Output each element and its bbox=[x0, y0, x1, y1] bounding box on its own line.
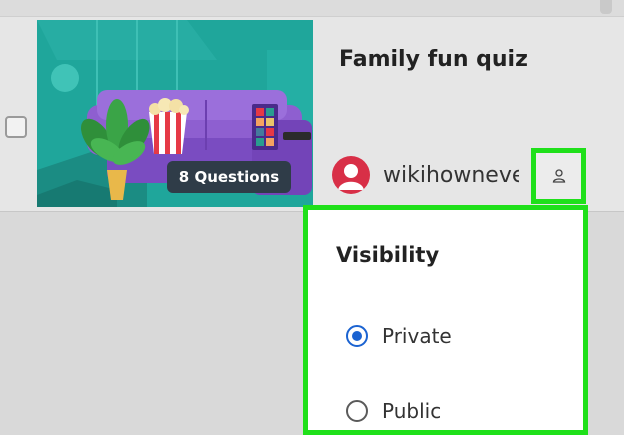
question-count-badge: 8 Questions bbox=[167, 161, 291, 193]
user-avatar-icon bbox=[338, 164, 364, 190]
quiz-title[interactable]: Family fun quiz bbox=[339, 47, 528, 72]
board-game-icon bbox=[252, 104, 278, 150]
visibility-title: Visibility bbox=[336, 243, 440, 267]
top-strip bbox=[0, 0, 624, 17]
option-private-label: Private bbox=[382, 324, 452, 348]
quiz-thumbnail[interactable]: 8 Questions bbox=[37, 20, 313, 207]
radio-unselected-icon[interactable] bbox=[346, 400, 368, 422]
option-public-label: Public bbox=[382, 399, 442, 423]
owner-name[interactable]: wikihownever bbox=[383, 163, 519, 188]
option-public[interactable]: Public bbox=[346, 399, 441, 423]
radio-selected-icon[interactable] bbox=[346, 325, 368, 347]
person-icon bbox=[552, 169, 565, 183]
visibility-dropdown: Visibility Private Public bbox=[303, 205, 588, 435]
visibility-button[interactable] bbox=[531, 148, 586, 204]
option-private[interactable]: Private bbox=[346, 324, 452, 348]
select-checkbox[interactable] bbox=[5, 116, 27, 138]
avatar bbox=[332, 156, 370, 194]
scroll-handle bbox=[600, 0, 612, 14]
